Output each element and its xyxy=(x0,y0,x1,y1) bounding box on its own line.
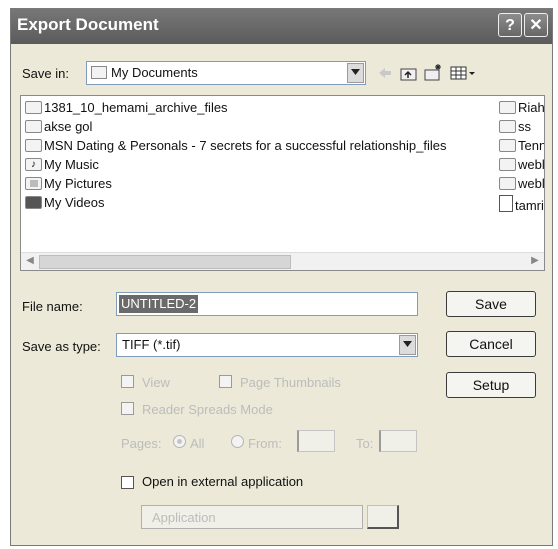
view-checkbox[interactable] xyxy=(121,375,134,388)
view-option-label: View xyxy=(142,375,170,390)
folder-icon xyxy=(25,101,42,114)
reader-spreads-checkbox[interactable] xyxy=(121,402,134,415)
save-as-type-label: Save as type: xyxy=(22,339,101,354)
save-as-type-value: TIFF (*.tif) xyxy=(122,337,181,352)
horizontal-scrollbar[interactable]: ◀ ▶ xyxy=(21,252,544,270)
pictures-folder-icon xyxy=(25,177,42,190)
close-button[interactable]: ✕ xyxy=(524,13,548,37)
music-folder-icon: ♪ xyxy=(25,158,42,171)
list-item[interactable]: My Videos xyxy=(25,195,104,214)
list-item[interactable]: Tennis xyxy=(499,138,544,157)
browse-application-button[interactable] xyxy=(367,505,399,529)
from-page-input[interactable] xyxy=(297,430,335,452)
document-icon xyxy=(499,195,513,212)
title-bar[interactable]: Export Document ? ✕ xyxy=(11,9,552,44)
folder-icon xyxy=(499,120,516,133)
dialog-title: Export Document xyxy=(17,15,159,34)
chevron-down-icon xyxy=(351,69,360,75)
file-list[interactable]: 1381_10_hemami_archive_files akse gol MS… xyxy=(20,95,545,271)
open-external-label: Open in external application xyxy=(142,474,304,489)
list-item[interactable]: ss xyxy=(499,119,531,138)
folder-icon xyxy=(499,177,516,190)
save-in-combo[interactable]: My Documents xyxy=(86,61,366,85)
pages-label: Pages: xyxy=(121,436,162,451)
page-thumbnails-checkbox[interactable] xyxy=(219,375,232,388)
all-pages-radio[interactable] xyxy=(173,435,186,448)
open-external-checkbox[interactable] xyxy=(121,476,134,489)
application-input[interactable]: Application xyxy=(141,505,363,529)
page-range-radio[interactable] xyxy=(231,435,244,448)
new-folder-icon[interactable] xyxy=(423,63,443,83)
file-name-label: File name: xyxy=(22,299,83,314)
folder-icon xyxy=(25,120,42,133)
cancel-button[interactable]: Cancel xyxy=(446,331,536,357)
list-item[interactable]: 1381_10_hemami_archive_files xyxy=(25,100,228,119)
list-item[interactable]: weblo xyxy=(499,176,544,195)
to-page-input[interactable] xyxy=(379,430,417,452)
list-item[interactable]: akse gol xyxy=(25,119,92,138)
list-item[interactable]: My Pictures xyxy=(25,176,112,195)
save-as-type-select[interactable]: TIFF (*.tif) xyxy=(116,333,418,357)
save-as-type-dropdown[interactable] xyxy=(399,335,416,355)
help-button[interactable]: ? xyxy=(498,13,522,37)
list-item[interactable]: ♪ My Music xyxy=(25,157,99,176)
export-dialog: Export Document ? ✕ Save in: My Document… xyxy=(10,8,553,546)
list-item[interactable]: weblo xyxy=(499,157,544,176)
scroll-left-icon[interactable]: ◀ xyxy=(23,255,37,267)
all-pages-label: All xyxy=(190,436,205,451)
folder-icon xyxy=(499,158,516,171)
scrollbar-thumb[interactable] xyxy=(39,255,291,269)
save-in-value: My Documents xyxy=(111,65,198,80)
list-item[interactable]: Riahi xyxy=(499,100,544,119)
folder-icon xyxy=(25,139,42,152)
my-documents-icon xyxy=(91,66,107,79)
videos-folder-icon xyxy=(25,196,42,209)
folder-icon xyxy=(499,101,516,114)
application-placeholder: Application xyxy=(152,510,216,525)
list-item[interactable]: MSN Dating & Personals - 7 secrets for a… xyxy=(25,138,446,157)
to-label: To: xyxy=(356,436,374,451)
back-icon[interactable] xyxy=(375,63,395,83)
list-item[interactable]: tamrin xyxy=(499,195,544,214)
save-in-dropdown[interactable] xyxy=(347,63,364,83)
chevron-down-icon xyxy=(403,341,412,347)
file-name-input[interactable]: UNTITLED-2 xyxy=(116,292,418,316)
folder-icon xyxy=(499,139,516,152)
save-in-label: Save in: xyxy=(22,66,69,81)
file-name-value: UNTITLED-2 xyxy=(119,295,199,313)
up-folder-icon[interactable] xyxy=(399,63,419,83)
save-button[interactable]: Save xyxy=(446,291,536,317)
reader-spreads-label: Reader Spreads Mode xyxy=(142,402,273,417)
from-label: From: xyxy=(248,436,282,451)
page-thumbnails-label: Page Thumbnails xyxy=(240,375,341,390)
scroll-right-icon[interactable]: ▶ xyxy=(528,255,542,267)
view-menu-icon[interactable] xyxy=(449,63,477,83)
setup-button[interactable]: Setup xyxy=(446,372,536,398)
